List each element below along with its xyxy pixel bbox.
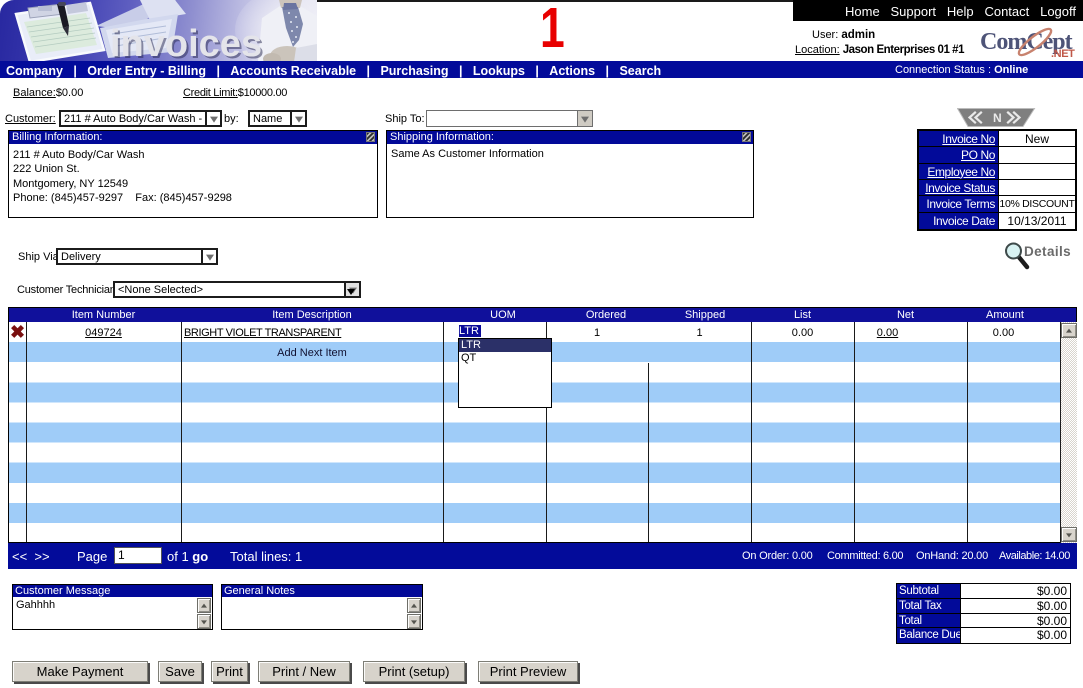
svg-text:Details: Details	[1024, 244, 1071, 259]
svg-text:N: N	[993, 111, 1002, 125]
svg-text:invoices: invoices	[110, 23, 262, 62]
svg-text:.NET: .NET	[1051, 48, 1075, 60]
